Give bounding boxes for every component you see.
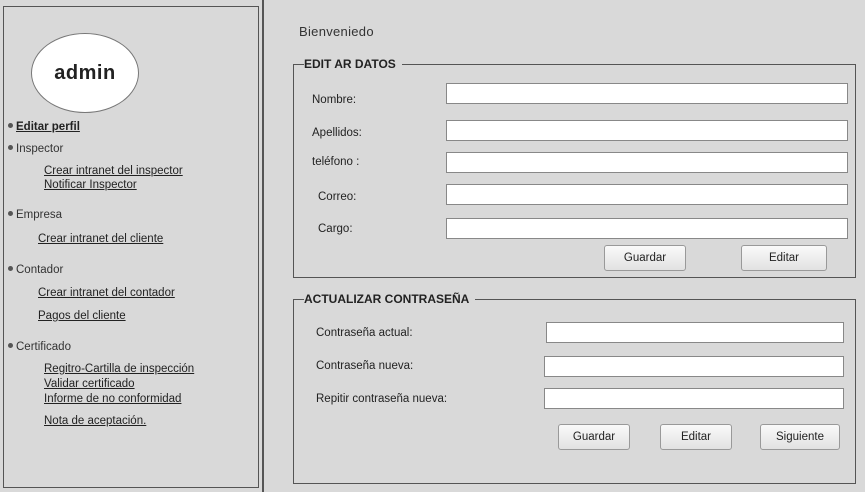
section-label-inspector: Inspector xyxy=(16,143,64,155)
editar-datos-button[interactable]: Editar xyxy=(741,245,827,271)
link-nota-aceptacion[interactable]: Nota de aceptación. xyxy=(44,415,146,427)
bullet-icon xyxy=(8,343,13,349)
actualizar-contrasena-panel: ACTUALIZAR CONTRASEÑA Contraseña actual:… xyxy=(293,292,856,484)
sidebar: admin Editar perfil Inspector Crear intr… xyxy=(3,6,259,488)
page-title: Bienveniedo xyxy=(299,24,374,39)
link-pagos-cliente[interactable]: Pagos del cliente xyxy=(38,310,126,322)
telefono-field[interactable] xyxy=(446,152,848,173)
link-validar-certificado[interactable]: Validar certificado xyxy=(44,378,135,390)
section-label-empresa: Empresa xyxy=(16,209,63,221)
bullet-icon xyxy=(8,145,13,151)
cargo-label: Cargo: xyxy=(318,223,353,235)
contrasena-nueva-field[interactable] xyxy=(544,356,844,377)
editar-datos-panel: EDIT AR DATOS Nombre: Apellidos: teléfon… xyxy=(293,57,856,278)
cargo-field[interactable] xyxy=(446,218,848,239)
apellidos-label: Apellidos: xyxy=(312,127,362,139)
link-registro-cartilla[interactable]: Regitro-Cartilla de inspección xyxy=(44,363,194,375)
link-notificar-inspector[interactable]: Notificar Inspector xyxy=(44,179,137,191)
avatar[interactable]: admin xyxy=(31,33,139,113)
editar-datos-legend: EDIT AR DATOS xyxy=(304,57,402,71)
bullet-icon xyxy=(8,123,13,129)
repetir-contrasena-label: Repitir contraseña nueva: xyxy=(316,393,448,405)
correo-label: Correo: xyxy=(318,191,357,203)
contrasena-nueva-label: Contraseña nueva: xyxy=(316,360,414,372)
guardar-contrasena-button[interactable]: Guardar xyxy=(558,424,630,450)
link-crear-intranet-contador[interactable]: Crear intranet del contador xyxy=(38,287,175,299)
section-label-certificado: Certificado xyxy=(16,341,71,353)
vertical-divider xyxy=(262,0,264,492)
correo-field[interactable] xyxy=(446,184,848,205)
sidebar-section-inspector: Inspector xyxy=(8,143,63,155)
contrasena-actual-label: Contraseña actual: xyxy=(316,327,413,339)
link-informe-no-conformidad[interactable]: Informe de no conformidad xyxy=(44,393,181,405)
contrasena-actual-field[interactable] xyxy=(546,322,844,343)
sidebar-section-certificado: Certificado xyxy=(8,341,71,353)
actualizar-contrasena-legend: ACTUALIZAR CONTRASEÑA xyxy=(304,292,476,306)
nombre-label: Nombre: xyxy=(312,94,357,106)
bullet-icon xyxy=(8,266,13,272)
editar-contrasena-button[interactable]: Editar xyxy=(660,424,732,450)
editar-perfil-link[interactable]: Editar perfil xyxy=(16,121,80,133)
repetir-contrasena-field[interactable] xyxy=(544,388,844,409)
sidebar-item-editar-perfil[interactable]: Editar perfil xyxy=(8,121,80,133)
sidebar-section-contador: Contador xyxy=(8,264,63,276)
guardar-datos-button[interactable]: Guardar xyxy=(604,245,686,271)
avatar-username: admin xyxy=(54,61,116,84)
section-label-contador: Contador xyxy=(16,264,64,276)
telefono-label: teléfono : xyxy=(312,156,360,168)
sidebar-section-empresa: Empresa xyxy=(8,209,62,221)
bullet-icon xyxy=(8,211,13,217)
link-crear-intranet-cliente[interactable]: Crear intranet del cliente xyxy=(38,233,163,245)
siguiente-button[interactable]: Siguiente xyxy=(760,424,840,450)
apellidos-field[interactable] xyxy=(446,120,848,141)
nombre-field[interactable] xyxy=(446,83,848,104)
link-crear-intranet-inspector[interactable]: Crear intranet del inspector xyxy=(44,165,183,177)
